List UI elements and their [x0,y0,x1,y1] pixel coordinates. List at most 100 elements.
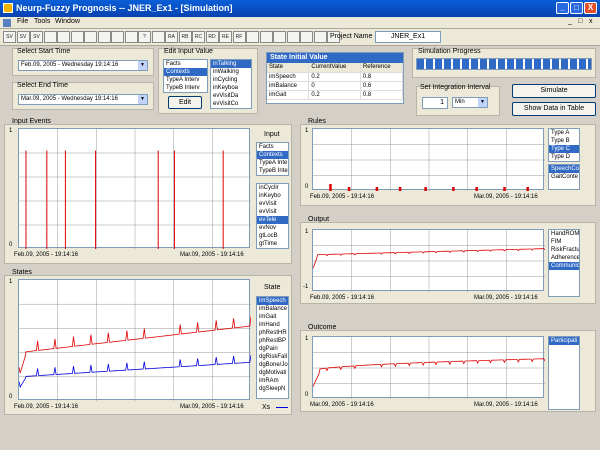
toolbar-button-6[interactable] [84,31,97,43]
input-item-item[interactable]: evVisitCo [211,100,251,108]
close-button[interactable]: X [584,2,597,14]
outcome-listbox[interactable]: Participati [548,336,580,410]
state-item[interactable]: imBalance [257,305,288,313]
input-category-item[interactable]: Facts [164,60,207,68]
outcome-item[interactable]: Participati [549,337,579,345]
table-row[interactable]: imGait 0.2 0.8 [267,90,403,100]
toolbar-button-4[interactable] [57,31,70,43]
input-signal-listbox[interactable]: inCyclir inKeybo evVisit evVisit evTele evNov… [256,183,289,249]
rule-listbox[interactable]: SpeechCo GaitConte [548,164,580,190]
toolbar-button-14[interactable]: RC [192,31,205,43]
input-signal-item[interactable]: inCyclir [257,184,288,192]
state-item[interactable]: dgSleepN [257,385,288,393]
state-item[interactable]: imRAm [257,377,288,385]
table-row[interactable]: imSpeech 0.2 0.8 [267,72,403,82]
toolbar-button-5[interactable] [70,31,84,43]
toolbar-button-12[interactable]: RA [165,31,178,43]
input-item-item[interactable]: inCycling [211,76,251,84]
toolbar-button-17[interactable]: RF [232,31,246,43]
mdi-minimize-button[interactable]: _ [568,18,572,25]
menu-tools[interactable]: Tools [34,18,50,25]
start-time-select[interactable]: Feb.09, 2005 - Wednesday 19:14:16 ▼ [18,60,148,71]
input-signal-item[interactable]: gtLocB [257,232,288,240]
input-type-item[interactable]: TypeA Inte [257,159,288,167]
output-listbox[interactable]: HandROM FIM RiskFractu Adherence Communic [548,229,580,297]
toolbar-button-15[interactable]: RD [205,31,219,43]
input-item-list[interactable]: inTalking inWalking inCycling inKeyboa evVis… [210,59,252,109]
input-item-item[interactable]: inTalking [211,60,251,68]
input-signal-item[interactable]: evVisit [257,200,288,208]
input-type-item[interactable]: Contexts [257,151,288,159]
toolbar-button-16[interactable]: RE [219,31,232,43]
rule-item[interactable]: SpeechCo [549,165,579,173]
toolbar-button-2[interactable]: SV [30,31,43,43]
show-data-table-button[interactable]: Show Data in Table [512,102,596,116]
menu-window[interactable]: Window [55,18,80,25]
input-item-item[interactable]: inWalking [211,68,251,76]
state-item[interactable]: imGait [257,313,288,321]
toolbar-button-3[interactable] [43,31,57,43]
toolbar-button-10[interactable]: ? [138,31,151,43]
state-initial-table[interactable]: State Initial Value State CurrentValue Ref… [266,52,404,104]
table-row[interactable]: imBalance 0 0.6 [267,81,403,91]
mdi-restore-button[interactable]: □ [578,18,582,25]
output-item[interactable]: RiskFractu [549,246,579,254]
toolbar-button-7[interactable] [97,31,111,43]
input-signal-item[interactable]: evVisit [257,208,288,216]
toolbar-button-1[interactable]: SV [16,31,30,43]
project-name-field[interactable]: JNER_Ex1 [375,31,441,43]
input-type-item[interactable]: TypeB Inte [257,167,288,175]
state-item[interactable]: phRestHR [257,329,288,337]
input-signal-item[interactable]: evNov [257,224,288,232]
rule-type-item[interactable]: Type A [549,129,579,137]
input-category-list[interactable]: Facts Contexts TypeA Interv TypeB Interv [163,59,208,93]
output-item[interactable]: Adherence [549,254,579,262]
rule-item[interactable]: GaitConte [549,173,579,181]
state-item[interactable]: dgBone/Jo [257,361,288,369]
edit-button[interactable]: Edit [168,96,202,109]
input-category-item[interactable]: Contexts [164,68,207,76]
state-item[interactable]: imHand [257,321,288,329]
rule-type-item[interactable]: Type B [549,137,579,145]
input-type-item[interactable]: Facts [257,143,288,151]
state-item[interactable]: dgPain [257,345,288,353]
toolbar-button-22[interactable] [300,31,313,43]
toolbar-button-18[interactable] [246,31,259,43]
rule-type-item[interactable]: Type C [549,145,579,153]
output-item[interactable]: FIM [549,238,579,246]
rule-type-item[interactable]: Type D [549,153,579,161]
input-item-item[interactable]: inKeyboa [211,84,251,92]
state-item[interactable]: dgMotivati [257,369,288,377]
toolbar-button-9[interactable] [124,31,138,43]
state-item[interactable]: phRestBP [257,337,288,345]
input-signal-item[interactable]: evTele [257,216,288,224]
toolbar-button-23[interactable] [313,31,327,43]
menu-file[interactable]: File [17,18,28,25]
output-item[interactable]: Communic [549,262,579,270]
toolbar-button-21[interactable] [286,31,300,43]
minimize-button[interactable]: _ [556,2,569,14]
input-item-item[interactable]: evVisitDa [211,92,251,100]
integration-unit-select[interactable]: Min ▼ [452,97,488,108]
input-category-item[interactable]: TypeB Interv [164,84,207,92]
input-signal-item[interactable]: gtTime [257,240,288,248]
integration-value-field[interactable]: 1 [422,97,448,109]
toolbar-button-0[interactable]: SV [3,31,16,43]
toolbar-button-11[interactable] [151,31,165,43]
toolbar-button-8[interactable] [111,31,124,43]
state-item[interactable]: imSpeech [257,297,288,305]
maximize-button[interactable]: □ [570,2,583,14]
toolbar-button-20[interactable] [273,31,286,43]
mdi-close-button[interactable]: x [589,18,593,25]
output-item[interactable]: HandROM [549,230,579,238]
simulate-button[interactable]: Simulate [512,84,596,98]
input-category-item[interactable]: TypeA Interv [164,76,207,84]
toolbar-button-19[interactable] [259,31,273,43]
toolbar-button-13[interactable]: RB [178,31,192,43]
rule-type-listbox[interactable]: Type A Type B Type C Type D [548,128,580,162]
input-signal-item[interactable]: inKeybo [257,192,288,200]
state-item[interactable]: dgRiskFall [257,353,288,361]
state-listbox[interactable]: imSpeech imBalance imGait imHand phRestHR phR… [256,296,289,399]
end-time-select[interactable]: Mar.09, 2005 - Wednesday 19:14:16 ▼ [18,94,148,105]
input-category-listbox[interactable]: Facts Contexts TypeA Inte TypeB Inte [256,142,289,176]
